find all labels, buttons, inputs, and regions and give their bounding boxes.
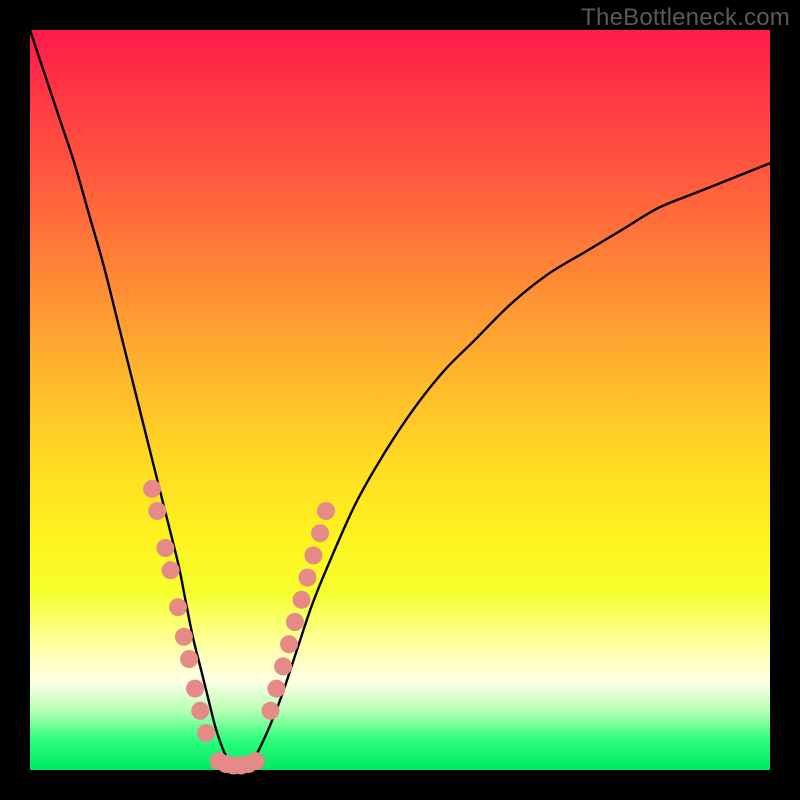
data-dot xyxy=(317,502,335,520)
data-dot xyxy=(267,680,285,698)
watermark-text: TheBottleneck.com xyxy=(581,4,790,32)
data-dot xyxy=(148,502,166,520)
data-dot xyxy=(311,524,329,542)
data-dot xyxy=(262,702,280,720)
data-dot xyxy=(180,650,198,668)
chart-plot-area xyxy=(30,30,770,770)
data-dot xyxy=(286,613,304,631)
data-dot xyxy=(247,752,265,770)
data-dot xyxy=(186,680,204,698)
data-dot xyxy=(191,702,209,720)
chart-frame: TheBottleneck.com xyxy=(0,0,800,800)
data-dot xyxy=(274,657,292,675)
data-dot xyxy=(169,598,187,616)
data-dot xyxy=(280,635,298,653)
bottleneck-curve xyxy=(30,30,770,771)
data-dot xyxy=(143,480,161,498)
chart-svg xyxy=(30,30,770,770)
data-dot xyxy=(162,561,180,579)
data-dots xyxy=(143,480,335,775)
data-dot xyxy=(156,539,174,557)
data-dot xyxy=(293,591,311,609)
data-dot xyxy=(299,569,317,587)
data-dot xyxy=(197,724,215,742)
data-dot xyxy=(175,628,193,646)
data-dot xyxy=(304,546,322,564)
